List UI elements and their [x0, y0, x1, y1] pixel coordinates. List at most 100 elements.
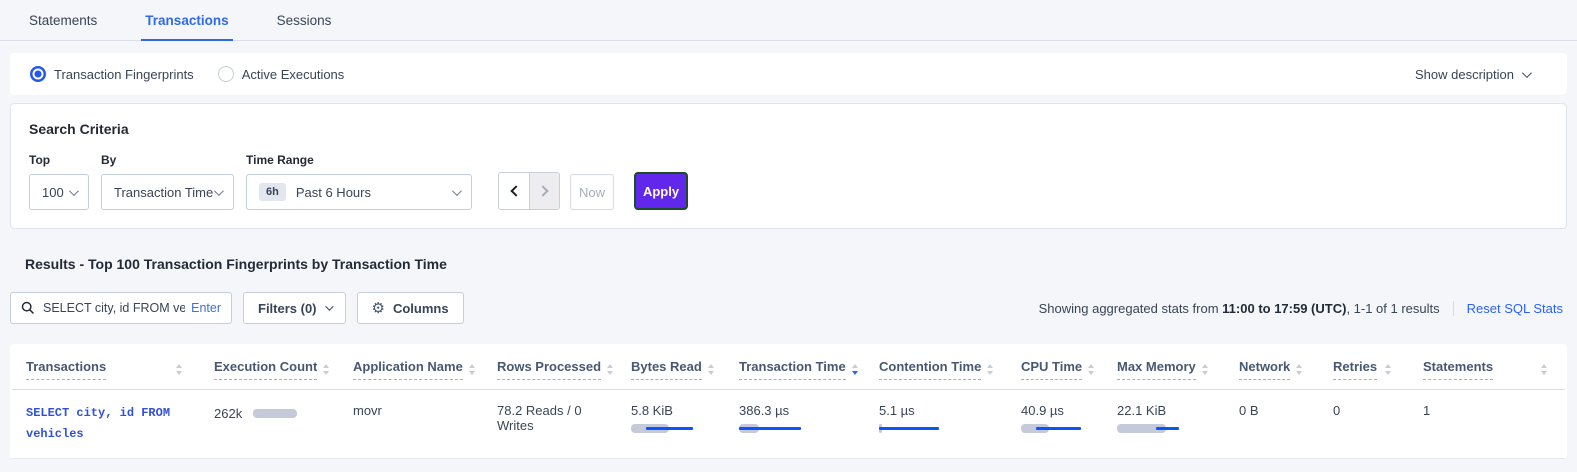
- time-range-field: Time Range 6h Past 6 Hours: [246, 153, 472, 210]
- columns-button[interactable]: ⚙ Columns: [357, 292, 464, 324]
- column-label: Max Memory: [1117, 359, 1196, 380]
- chevron-down-icon: [1522, 68, 1532, 78]
- column-header-network[interactable]: Network: [1225, 344, 1319, 390]
- stat-bar: [739, 424, 861, 434]
- column-label: Transaction Time: [739, 359, 846, 380]
- top-label: Top: [29, 153, 89, 167]
- transactions-table-card: Transactions Execution Count Application N…: [10, 344, 1567, 459]
- column-header-transactions[interactable]: Transactions: [12, 344, 200, 390]
- stat-bar: [1117, 424, 1221, 434]
- cell-bytes-read: 5.8 KiB: [617, 390, 725, 459]
- reset-sql-stats-link[interactable]: Reset SQL Stats: [1453, 301, 1563, 316]
- time-range-next-button[interactable]: [529, 173, 559, 209]
- sort-icon: [987, 364, 993, 375]
- column-label: Application Name: [353, 359, 463, 380]
- column-label: Transactions: [26, 359, 106, 380]
- time-range-label: Time Range: [246, 153, 472, 167]
- sort-icon: [1541, 364, 1547, 375]
- cell-cpu-time: 40.9 µs: [1007, 390, 1103, 459]
- column-label: Rows Processed: [497, 359, 601, 380]
- tab-statements[interactable]: Statements: [25, 3, 101, 41]
- time-range-value: Past 6 Hours: [296, 185, 371, 200]
- apply-button[interactable]: Apply: [634, 172, 688, 210]
- by-field: By Transaction Time: [101, 153, 234, 210]
- radio-active-executions[interactable]: Active Executions: [218, 66, 345, 82]
- column-label: Contention Time: [879, 359, 981, 380]
- by-select-value: Transaction Time: [114, 185, 213, 200]
- column-label: Execution Count: [214, 359, 317, 380]
- column-label: Bytes Read: [631, 359, 702, 380]
- sort-icon: [469, 364, 475, 375]
- column-label: Retries: [1333, 359, 1377, 380]
- search-input[interactable]: [43, 301, 185, 315]
- column-header-max-memory[interactable]: Max Memory: [1103, 344, 1225, 390]
- sort-icon: [708, 364, 714, 375]
- show-description-label: Show description: [1415, 67, 1514, 82]
- page-tabs: Statements Transactions Sessions: [0, 0, 1577, 41]
- show-description-toggle[interactable]: Show description: [1415, 67, 1529, 82]
- radio-unselected-icon: [218, 66, 234, 82]
- count-bar: [253, 409, 297, 418]
- top-select[interactable]: 100: [29, 174, 89, 210]
- sort-icon: [323, 364, 329, 375]
- chevron-down-icon: [69, 186, 79, 196]
- column-label: Statements: [1423, 359, 1493, 380]
- cell-transaction-time: 386.3 µs: [725, 390, 865, 459]
- column-header-cpu-time[interactable]: CPU Time: [1007, 344, 1103, 390]
- column-label: CPU Time: [1021, 359, 1082, 380]
- time-range-badge: 6h: [259, 183, 286, 201]
- by-select[interactable]: Transaction Time: [101, 174, 234, 210]
- transactions-table: Transactions Execution Count Application N…: [12, 344, 1565, 459]
- cell-max-memory: 22.1 KiB: [1103, 390, 1225, 459]
- stat-bar: [879, 424, 1003, 434]
- chevron-right-icon: [537, 185, 548, 196]
- sort-icon: [1088, 364, 1094, 375]
- column-header-execution-count[interactable]: Execution Count: [200, 344, 339, 390]
- now-button[interactable]: Now: [570, 174, 614, 210]
- cell-network: 0 B: [1225, 390, 1319, 459]
- cell-retries: 0: [1319, 390, 1409, 459]
- time-range-nav: [498, 172, 560, 210]
- cell-statements: 1: [1409, 390, 1565, 459]
- top-select-value: 100: [42, 185, 64, 200]
- time-range-prev-button[interactable]: [499, 173, 529, 209]
- radio-transaction-fingerprints[interactable]: Transaction Fingerprints: [30, 66, 194, 82]
- chevron-down-icon: [452, 186, 462, 196]
- tab-transactions[interactable]: Transactions: [141, 3, 232, 41]
- radio-selected-icon: [30, 66, 46, 82]
- chevron-down-icon: [325, 302, 333, 310]
- search-criteria-title: Search Criteria: [29, 121, 1548, 137]
- column-label: Network: [1239, 359, 1290, 380]
- stats-area: Showing aggregated stats from 11:00 to 1…: [1039, 301, 1567, 316]
- transaction-fingerprint-link[interactable]: SELECT city, id FROM vehicles: [26, 403, 196, 445]
- stat-bar: [631, 424, 721, 434]
- radio-label: Active Executions: [242, 67, 345, 82]
- cell-transaction: SELECT city, id FROM vehicles: [12, 390, 200, 459]
- view-toggle-group: Transaction Fingerprints Active Executio…: [30, 66, 344, 82]
- sort-icon: [176, 364, 182, 375]
- view-toggle-card: Transaction Fingerprints Active Executio…: [10, 53, 1567, 95]
- stat-bar: [1021, 424, 1099, 434]
- filters-button[interactable]: Filters (0): [243, 292, 346, 324]
- gear-icon: ⚙: [372, 301, 385, 316]
- radio-label: Transaction Fingerprints: [54, 67, 194, 82]
- chevron-left-icon: [510, 185, 521, 196]
- column-header-bytes-read[interactable]: Bytes Read: [617, 344, 725, 390]
- table-header-row: Transactions Execution Count Application N…: [12, 344, 1565, 390]
- time-range-select[interactable]: 6h Past 6 Hours: [246, 174, 472, 210]
- column-header-contention-time[interactable]: Contention Time: [865, 344, 1007, 390]
- column-header-rows-processed[interactable]: Rows Processed: [483, 344, 617, 390]
- column-header-application-name[interactable]: Application Name: [339, 344, 483, 390]
- sort-icon: [1385, 364, 1391, 375]
- aggregated-stats-text: Showing aggregated stats from 11:00 to 1…: [1039, 301, 1440, 316]
- search-enter-button[interactable]: Enter: [191, 301, 221, 315]
- column-header-retries[interactable]: Retries: [1319, 344, 1409, 390]
- column-header-statements[interactable]: Statements: [1409, 344, 1565, 390]
- results-toolbar: Enter Filters (0) ⚙ Columns Showing aggr…: [10, 292, 1567, 324]
- table-row: SELECT city, id FROM vehicles262kmovr78.…: [12, 390, 1565, 459]
- table-body: SELECT city, id FROM vehicles262kmovr78.…: [12, 390, 1565, 459]
- chevron-down-icon: [214, 186, 224, 196]
- column-header-transaction-time[interactable]: Transaction Time: [725, 344, 865, 390]
- tab-sessions[interactable]: Sessions: [273, 3, 336, 41]
- cell-rows-processed: 78.2 Reads / 0 Writes: [483, 390, 617, 459]
